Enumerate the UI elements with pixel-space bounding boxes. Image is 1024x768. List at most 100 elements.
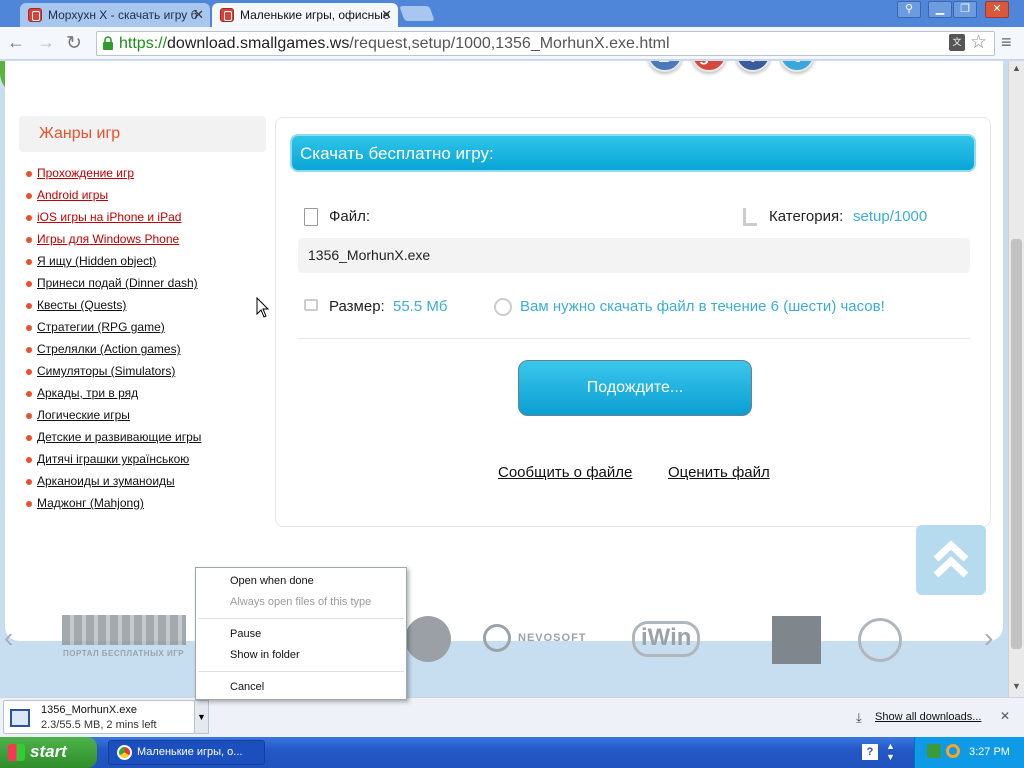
social-label: t xyxy=(794,61,801,67)
show-all-downloads-link[interactable]: Show all downloads... xyxy=(875,711,981,723)
time-notice: Вам нужно скачать файл в течение 6 (шест… xyxy=(520,298,885,315)
genre-link[interactable]: Игры для Windows Phone xyxy=(25,232,179,250)
file-label: Файл: xyxy=(329,208,371,225)
genre-link[interactable]: Android игры xyxy=(25,188,108,206)
genre-list: Прохождение игр Android игры iOS игры на… xyxy=(5,166,265,526)
download-shelf: 1356_MorhunX.exe 2.3/55.5 MB, 2 mins lef… xyxy=(0,697,1024,737)
minimize-icon[interactable]: ▁ xyxy=(928,1,952,18)
download-item[interactable]: 1356_MorhunX.exe 2.3/55.5 MB, 2 mins lef… xyxy=(3,700,195,734)
scroll-to-top-button[interactable] xyxy=(916,525,986,595)
menu-item-cancel[interactable]: Cancel xyxy=(230,681,264,693)
close-window-icon[interactable]: ✕ xyxy=(985,1,1009,18)
rate-file-link[interactable]: Оценить файл xyxy=(668,464,770,481)
partner-logo-iwin[interactable]: iWin xyxy=(632,621,701,657)
start-label: start xyxy=(30,742,67,761)
social-label: В xyxy=(658,61,672,67)
facebook-icon[interactable]: f xyxy=(735,61,771,72)
user-icon[interactable]: ⚲ xyxy=(897,1,921,18)
genres-header: Жанры игр xyxy=(19,116,266,152)
url-path: /request,setup/1000,1356_MorhunX.exe.htm… xyxy=(349,35,670,52)
chevron-up-icon xyxy=(933,540,969,578)
clock-icon xyxy=(494,298,512,316)
genre-link[interactable]: iOS игры на iPhone и iPad xyxy=(25,210,181,228)
genre-link[interactable]: Детские и развивающие игры xyxy=(25,430,201,448)
partner-logo-nevosoft[interactable]: NEVOSOFT xyxy=(518,632,587,644)
download-context-menu: Open when done Always open files of this… xyxy=(195,567,407,700)
partner-logo-bigfish[interactable] xyxy=(405,616,451,662)
size-label: Размер: xyxy=(329,298,385,315)
scroll-up-icon[interactable]: ▲ xyxy=(1012,63,1021,73)
menu-item-open-when-done[interactable]: Open when done xyxy=(230,575,314,587)
back-icon[interactable]: ← xyxy=(6,32,26,53)
taskbar: start Маленькие игры, о... ? ▲ ▼ 3:27 PM xyxy=(0,737,1024,768)
partner-logo-icon xyxy=(483,624,511,652)
favicon-icon xyxy=(28,8,42,22)
genre-link[interactable]: Прохождение игр xyxy=(25,166,134,184)
tab-morhuhn[interactable]: Морхухн Х - скачать игру б ✕ xyxy=(20,3,210,27)
download-title: Скачать бесплатно игру: xyxy=(300,144,494,163)
menu-icon[interactable]: ≡ xyxy=(1001,33,1012,51)
menu-separator xyxy=(198,671,404,672)
twitter-icon[interactable]: t xyxy=(779,61,815,72)
genres-title: Жанры игр xyxy=(39,125,121,142)
forward-icon[interactable]: → xyxy=(36,32,56,53)
genre-link[interactable]: Стрелялки (Action games) xyxy=(26,342,181,360)
genre-link[interactable]: Аркады, три в ряд xyxy=(25,386,138,404)
genre-link[interactable]: Я ищу (Hidden object) xyxy=(25,254,156,272)
content-card: В g+ f t Жанры игр Прохождение игр Andro… xyxy=(5,61,1003,641)
genre-link[interactable]: Симуляторы (Simulators) xyxy=(25,364,175,382)
download-options-button[interactable]: ▼ xyxy=(194,700,209,734)
menu-item-pause[interactable]: Pause xyxy=(230,628,261,640)
scrollbar-thumb[interactable] xyxy=(1011,239,1022,649)
genre-link[interactable]: Маджонг (Mahjong) xyxy=(26,496,144,514)
partner-logo-portal[interactable]: ПОРТАЛ БЕСПЛАТНЫХ ИГР xyxy=(62,615,190,661)
size-icon xyxy=(304,299,318,311)
wait-button[interactable]: Подождите... xyxy=(518,360,752,416)
social-label: f xyxy=(750,61,757,67)
divider xyxy=(298,338,970,339)
category-link[interactable]: setup/1000 xyxy=(853,208,927,225)
file-type-icon xyxy=(10,709,30,727)
carousel-prev-icon[interactable]: ‹ xyxy=(4,622,13,654)
file-icon xyxy=(304,208,318,226)
genre-link[interactable]: Стратегии (RPG game) xyxy=(26,320,165,338)
vk-icon[interactable]: В xyxy=(647,61,683,72)
tab-smallgames[interactable]: Маленькие игры, офисные ✕ xyxy=(212,3,398,27)
carousel-next-icon[interactable]: › xyxy=(984,622,993,654)
scroll-down-icon[interactable]: ▼ xyxy=(1012,681,1021,691)
help-icon[interactable]: ? xyxy=(862,744,878,760)
start-button[interactable]: start xyxy=(0,737,97,768)
close-shelf-icon[interactable]: ✕ xyxy=(1000,709,1010,723)
scroll-arrows-icon[interactable]: ▲ ▼ xyxy=(886,741,895,763)
task-title: Маленькие игры, о... xyxy=(137,746,243,758)
search-icon[interactable] xyxy=(946,744,960,758)
translate-icon[interactable]: 文 xyxy=(949,34,965,51)
mouse-cursor-icon xyxy=(256,297,270,318)
reload-icon[interactable]: ↻ xyxy=(64,32,84,55)
genre-link[interactable]: Квесты (Quests) xyxy=(25,298,126,316)
new-tab-button[interactable] xyxy=(399,6,435,21)
genre-link[interactable]: Принеси подай (Dinner dash) xyxy=(26,276,198,294)
bookmark-star-icon[interactable]: ☆ xyxy=(970,31,987,54)
restore-icon[interactable]: ❐ xyxy=(953,1,977,18)
partner-logo-game[interactable] xyxy=(858,618,902,662)
partner-logo-game[interactable] xyxy=(772,616,821,664)
report-file-link[interactable]: Сообщить о файле xyxy=(498,464,632,481)
tab-strip: Морхухн Х - скачать игру б ✕ Маленькие и… xyxy=(0,0,1024,27)
menu-item-show-in-folder[interactable]: Show in folder xyxy=(230,649,300,661)
genre-link[interactable]: Дитячі іграшки українською xyxy=(25,452,189,470)
favicon-icon xyxy=(220,8,234,22)
page-scrollbar[interactable]: ▲ ▼ xyxy=(1008,61,1024,697)
genre-link[interactable]: Арканоиды и зуманоиды xyxy=(26,474,175,492)
google-plus-icon[interactable]: g+ xyxy=(691,61,727,72)
category-label: Категория: xyxy=(769,208,844,225)
size-value: 55.5 Мб xyxy=(393,298,448,315)
taskbar-chrome-window[interactable]: Маленькие игры, о... xyxy=(108,740,265,765)
download-icon: ⤓ xyxy=(856,710,862,725)
close-tab-icon[interactable]: ✕ xyxy=(193,7,204,23)
network-icon[interactable] xyxy=(927,744,941,758)
category-icon xyxy=(743,208,757,226)
genre-link[interactable]: Логические игры xyxy=(26,408,130,426)
address-bar[interactable]: https://download.smallgames.ws/request,s… xyxy=(96,31,995,56)
close-tab-icon[interactable]: ✕ xyxy=(381,7,392,23)
